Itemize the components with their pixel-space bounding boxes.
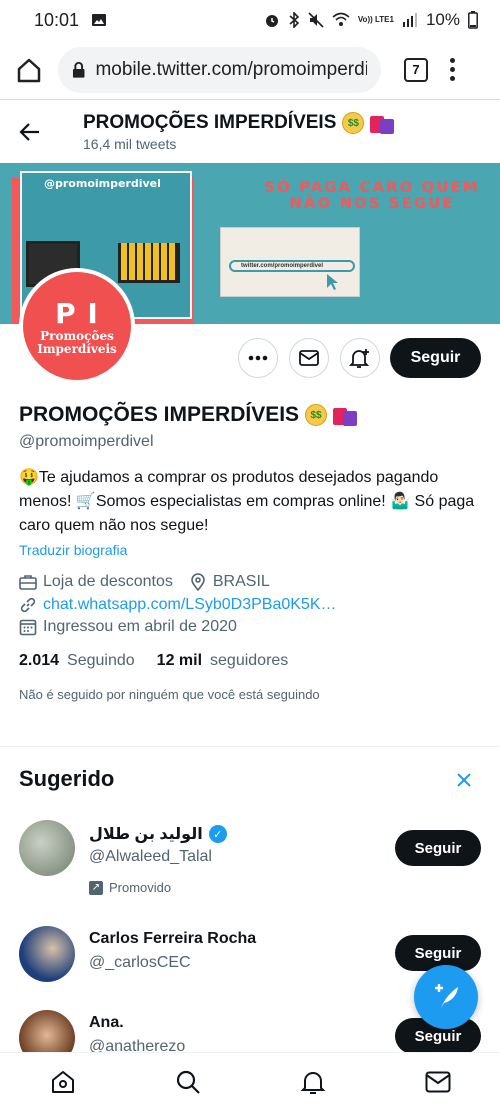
profile-category: Loja de descontos — [43, 573, 173, 590]
mute-icon — [308, 12, 324, 28]
translate-bio-link[interactable]: Traduzir biografia — [19, 542, 127, 558]
back-button[interactable] — [0, 121, 60, 143]
close-icon — [457, 773, 471, 787]
browser-menu-button[interactable] — [450, 58, 455, 81]
arrow-left-icon — [19, 123, 39, 141]
more-options-button[interactable] — [238, 338, 278, 378]
suggested-name: Ana. — [89, 1014, 124, 1031]
suggested-handle: @_carlosCEC — [89, 954, 191, 971]
suggested-name: Carlos Ferreira Rocha — [89, 930, 257, 947]
gallery-icon — [92, 14, 107, 26]
header-profile-name: PROMOÇÕES IMPERDÍVEIS — [83, 112, 337, 133]
search-icon — [176, 1070, 200, 1094]
bottom-navigation — [0, 1052, 500, 1111]
calendar-icon — [19, 619, 37, 636]
nav-search[interactable] — [158, 1057, 218, 1107]
suggested-account[interactable]: Ana. @anatherezo Seguir — [19, 1010, 481, 1052]
dismiss-suggested-button[interactable] — [456, 768, 472, 794]
message-button[interactable] — [289, 338, 329, 378]
suggested-name: الوليد بن طلال — [89, 826, 203, 843]
nav-messages[interactable] — [408, 1057, 468, 1107]
signal-icon — [402, 13, 417, 27]
section-divider — [0, 746, 500, 747]
followers-label: seguidores — [210, 652, 289, 669]
following-count: 2.014 — [19, 652, 60, 669]
avatar-initials: P I — [55, 296, 99, 330]
shopping-bags-emoji-icon — [333, 404, 359, 426]
profile-website-link[interactable]: chat.whatsapp.com/LSyb0D3PBa0K5K… — [43, 596, 337, 614]
following-stat[interactable]: 2.014 Seguindo — [19, 652, 135, 670]
verified-badge-icon: ✓ — [208, 825, 227, 843]
suggested-handle: @anatherezo — [89, 1038, 186, 1052]
url-text: mobile.twitter.com/promoimperdiv — [95, 58, 367, 80]
lock-icon — [72, 61, 85, 78]
mouse-pointer-icon — [327, 274, 338, 290]
notifications-button[interactable] — [340, 338, 380, 378]
not-followed-notice: Não é seguido por ninguém que você está … — [19, 687, 320, 702]
avatar[interactable] — [19, 1010, 75, 1052]
followers-count: 12 mil — [156, 652, 203, 669]
profile-location: BRASIL — [212, 573, 270, 590]
link-icon — [20, 597, 36, 613]
alarm-icon — [265, 15, 278, 27]
more-horizontal-icon — [248, 355, 268, 361]
profile-name: PROMOÇÕES IMPERDÍVEIS — [19, 403, 300, 426]
suggested-account[interactable]: Carlos Ferreira Rocha @_carlosCEC Seguir — [19, 926, 481, 986]
tweet-count: 16,4 mil tweets — [83, 136, 177, 152]
location-pin-icon — [191, 573, 205, 591]
briefcase-icon — [19, 575, 37, 590]
status-time: 10:01 — [34, 9, 80, 30]
avatar-text: Promoções Imperdíveis — [37, 328, 117, 356]
follow-stats: 2.014 Seguindo 12 mil seguidores — [19, 652, 288, 670]
envelope-icon — [425, 1071, 450, 1093]
followers-stat[interactable]: 12 mil seguidores — [157, 652, 289, 670]
nav-home[interactable] — [33, 1057, 93, 1107]
promoted-label: ↗ Promovido — [89, 880, 171, 895]
bell-icon — [300, 1072, 325, 1094]
profile-joined-date: Ingressou em abril de 2020 — [43, 618, 237, 635]
suggested-handle: @Alwaleed_Talal — [89, 848, 212, 865]
profile-handle: @promoimperdivel — [19, 433, 154, 450]
suggested-account[interactable]: الوليد بن طلال ✓ @Alwaleed_Talal ↗ Promo… — [19, 820, 481, 910]
suggested-title: Sugerido — [19, 766, 115, 791]
avatar[interactable] — [19, 820, 75, 876]
home-icon — [51, 1071, 74, 1093]
banner-url: twitter.com/promoimperdivel — [229, 260, 355, 272]
profile-meta-link: chat.whatsapp.com/LSyb0D3PBa0K5K… — [19, 596, 337, 614]
feather-plus-icon — [435, 984, 458, 1008]
suggested-follow-button[interactable]: Seguir — [395, 830, 481, 866]
compose-tweet-button[interactable] — [414, 965, 478, 1029]
bluetooth-icon — [289, 12, 299, 28]
promoted-arrow-icon: ↗ — [89, 880, 103, 895]
profile-meta-category-location: Loja de descontos BRASIL — [19, 573, 270, 591]
profile-avatar[interactable]: P I Promoções Imperdíveis — [19, 268, 135, 384]
follow-button[interactable]: Seguir — [390, 338, 481, 378]
battery-icon — [468, 11, 478, 29]
bell-plus-icon — [349, 349, 370, 368]
money-face-emoji-icon: $$ — [342, 112, 365, 134]
nav-notifications[interactable] — [283, 1057, 343, 1107]
envelope-icon — [299, 350, 319, 366]
shopping-bags-emoji-icon — [370, 112, 396, 134]
address-bar[interactable]: mobile.twitter.com/promoimperdiv — [58, 46, 381, 93]
profile-name-row: PROMOÇÕES IMPERDÍVEIS $$ — [19, 403, 359, 427]
shopping-cart-illustration — [118, 243, 180, 283]
tab-count: 7 — [412, 62, 420, 77]
profile-bio: 🤑Te ajudamos a comprar os produtos desej… — [19, 469, 475, 534]
network-label: Vo)) LTE1 — [357, 15, 394, 24]
home-icon[interactable] — [14, 55, 44, 85]
tab-switcher-button[interactable]: 7 — [404, 57, 428, 82]
profile-meta-joined: Ingressou em abril de 2020 — [19, 618, 237, 636]
banner-handle: @promoimperdivel — [44, 177, 161, 190]
browser-toolbar: mobile.twitter.com/promoimperdiv 7 — [0, 40, 500, 100]
profile-topbar: PROMOÇÕES IMPERDÍVEIS $$ 16,4 mil tweets — [0, 101, 500, 163]
following-label: Seguindo — [67, 652, 135, 669]
banner-slogan: SÓ PAGA CARO QUEM NÃO NOS SEGUE — [264, 178, 480, 212]
battery-percent: 10% — [425, 10, 460, 29]
status-bar: 10:01 Vo)) LTE1 10% — [0, 0, 500, 40]
avatar[interactable] — [19, 926, 75, 982]
wifi-icon — [332, 12, 350, 26]
money-face-emoji-icon: $$ — [305, 404, 328, 426]
